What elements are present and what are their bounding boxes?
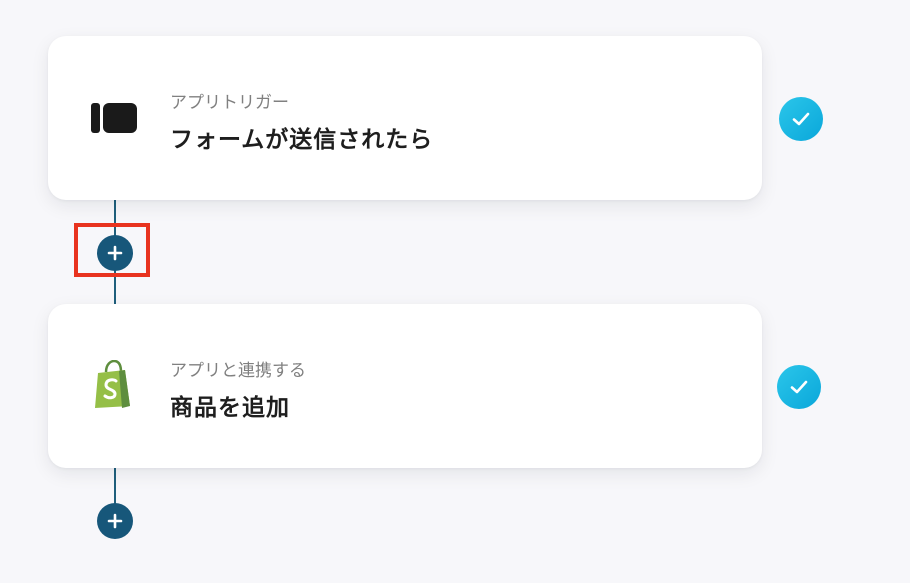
check-icon (779, 97, 823, 141)
add-step-button[interactable] (97, 503, 133, 539)
step-subtitle: アプリと連携する (170, 361, 306, 381)
flow-connector-line (114, 466, 116, 506)
check-icon (777, 365, 821, 409)
step-title: フォームが送信されたら (170, 127, 434, 153)
step-title: 商品を追加 (170, 395, 290, 421)
highlight-box (74, 223, 150, 277)
flow-step-card-action[interactable]: アプリと連携する 商品を追加 (48, 304, 762, 468)
flow-step-card-trigger[interactable]: アプリトリガー フォームが送信されたら (48, 36, 762, 200)
step-subtitle: アプリトリガー (170, 93, 289, 113)
shopify-icon (92, 359, 134, 410)
form-app-icon (90, 100, 138, 136)
plus-icon (107, 513, 123, 529)
